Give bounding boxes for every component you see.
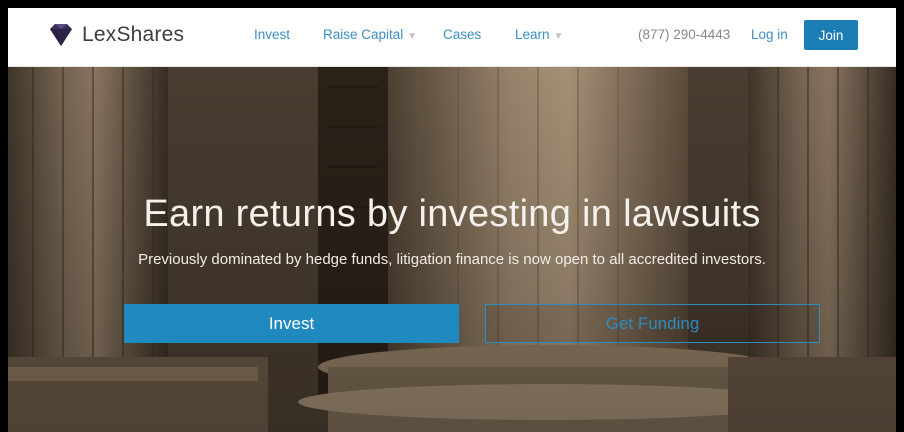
nav-raise-capital-label: Raise Capital xyxy=(323,27,404,42)
nav-invest-label: Invest xyxy=(254,27,291,42)
phone-number[interactable]: (877) 290-4443 xyxy=(638,27,730,42)
login-link[interactable]: Log in xyxy=(751,27,788,42)
chevron-down-icon: ▼ xyxy=(407,31,418,42)
get-funding-button[interactable]: Get Funding xyxy=(485,304,820,343)
invest-button[interactable]: Invest xyxy=(124,304,459,343)
browser-viewport: LexShares Invest Raise Capital ▼ Cases Le… xyxy=(8,8,896,432)
top-navbar: LexShares Invest Raise Capital ▼ Cases Le… xyxy=(8,8,896,67)
brand-logo[interactable]: LexShares xyxy=(48,20,184,50)
nav-learn-label: Learn xyxy=(515,27,550,42)
nav-invest[interactable]: Invest xyxy=(254,27,290,42)
invest-button-label: Invest xyxy=(268,313,315,333)
nav-cases-label: Cases xyxy=(443,27,482,42)
nav-learn[interactable]: Learn ▼ xyxy=(515,27,563,42)
nav-raise-capital[interactable]: Raise Capital ▼ xyxy=(323,27,417,42)
hero-section: Earn returns by investing in lawsuits Pr… xyxy=(8,67,896,432)
get-funding-button-label: Get Funding xyxy=(605,313,700,333)
join-button-label: Join xyxy=(818,27,844,43)
nav-cases[interactable]: Cases xyxy=(443,27,481,42)
diamond-icon xyxy=(50,24,72,46)
hero-dim-overlay xyxy=(8,67,896,432)
hero-subheadline: Previously dominated by hedge funds, lit… xyxy=(138,251,766,268)
join-button[interactable]: Join xyxy=(804,20,858,50)
brand-name: LexShares xyxy=(82,23,185,46)
hero-headline: Earn returns by investing in lawsuits xyxy=(143,193,761,235)
chevron-down-icon: ▼ xyxy=(553,31,564,42)
